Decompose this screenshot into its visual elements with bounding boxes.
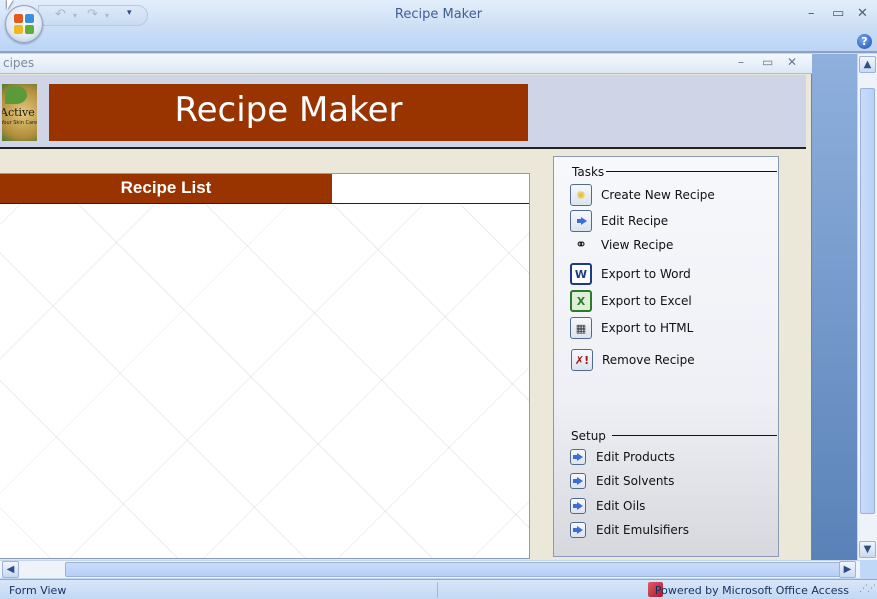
edit-emulsifiers-button[interactable]: Edit Emulsifiers [570, 519, 689, 541]
ribbon: ? [0, 31, 877, 53]
logo-subtext: Your Skin Care [2, 120, 37, 126]
divider [612, 435, 777, 436]
form-header: Active Your Skin Care Recipe Maker [0, 75, 806, 149]
undo-button[interactable]: ↶ [55, 7, 66, 22]
leaf-icon [5, 86, 27, 104]
customize-qat-button[interactable]: ▾ [127, 8, 132, 18]
scroll-left-button[interactable]: ◀ [2, 561, 19, 578]
mouse-cursor [7, 0, 13, 10]
form-window: cipes – ▭ ✕ Active Your Skin Care Recipe… [0, 54, 812, 560]
arrow-right-icon [570, 449, 586, 465]
task-label: Export to Word [601, 267, 691, 281]
undo-dropdown-icon[interactable]: ▾ [73, 11, 77, 20]
company-logo: Active Your Skin Care [2, 84, 37, 141]
tasks-panel: Tasks ✺ Create New Recipe Edit Recipe ⚭ … [553, 156, 779, 557]
new-icon: ✺ [570, 184, 592, 206]
setup-label: Edit Emulsifiers [596, 523, 689, 537]
remove-recipe-button[interactable]: ✗! Remove Recipe [571, 349, 695, 371]
export-to-excel-button[interactable]: X Export to Excel [570, 290, 692, 312]
excel-icon: X [570, 290, 592, 312]
form-title: cipes [3, 56, 35, 70]
task-label: Export to HTML [601, 321, 694, 335]
task-label: View Recipe [601, 238, 674, 252]
export-to-html-button[interactable]: ▦ Export to HTML [570, 317, 693, 339]
word-icon: W [570, 263, 592, 285]
delete-icon: ✗! [571, 349, 593, 371]
vertical-scrollbar[interactable]: ▲ ▼ [857, 54, 877, 560]
task-label: Remove Recipe [602, 353, 695, 367]
minimize-button[interactable]: – [808, 6, 815, 21]
arrow-right-icon [570, 522, 586, 538]
horizontal-scroll-thumb[interactable] [65, 562, 841, 577]
status-bar: Form View Powered by Microsoft Office Ac… [0, 579, 877, 599]
arrow-right-icon [570, 498, 586, 514]
arrow-right-icon [570, 473, 586, 489]
form-titlebar: cipes – ▭ ✕ [0, 54, 812, 74]
divider [606, 171, 777, 172]
office-button[interactable] [5, 5, 43, 43]
powered-by-text: Powered by Microsoft Office Access [654, 584, 849, 597]
binoculars-icon: ⚭ [575, 237, 587, 253]
edit-products-button[interactable]: Edit Products [570, 446, 675, 468]
setup-label: Edit Oils [596, 499, 646, 513]
logo-text: Active [2, 106, 35, 119]
arrow-right-icon [570, 210, 592, 232]
divider [0, 203, 529, 204]
workspace-background [812, 54, 857, 560]
task-label: Edit Recipe [601, 214, 669, 228]
edit-oils-button[interactable]: Edit Oils [570, 495, 645, 517]
setup-label: Edit Solvents [596, 474, 675, 488]
create-new-recipe-button[interactable]: ✺ Create New Recipe [570, 184, 715, 206]
scroll-right-button[interactable]: ▶ [839, 561, 856, 578]
tasks-section-label: Tasks [572, 165, 605, 179]
close-button[interactable]: ✕ [857, 6, 868, 21]
help-icon[interactable]: ? [857, 34, 872, 49]
resize-grip-icon[interactable]: ⋰⋰ [859, 584, 876, 594]
horizontal-scrollbar[interactable]: ◀ ▶ [0, 560, 860, 578]
form-maximize-button[interactable]: ▭ [762, 55, 773, 69]
form-minimize-button[interactable]: – [738, 55, 744, 69]
recipe-list-header: Recipe List [0, 174, 332, 203]
banner-title: Recipe Maker [49, 84, 528, 141]
view-recipe-button[interactable]: ⚭ View Recipe [570, 234, 673, 256]
edit-recipe-button[interactable]: Edit Recipe [570, 210, 668, 232]
edit-solvents-button[interactable]: Edit Solvents [570, 470, 674, 492]
app-titlebar: Recipe Maker ↶ ▾ ↷ ▾ ▾ – ▭ ✕ [0, 0, 877, 31]
recipe-list-panel[interactable]: Recipe List [0, 173, 530, 559]
scroll-up-button[interactable]: ▲ [859, 56, 876, 73]
task-label: Export to Excel [601, 294, 692, 308]
maximize-button[interactable]: ▭ [832, 6, 844, 21]
office-logo-icon [14, 14, 34, 34]
vertical-scroll-thumb[interactable] [860, 88, 875, 514]
html-icon: ▦ [570, 317, 592, 339]
setup-section-label: Setup [571, 429, 606, 443]
setup-label: Edit Products [596, 450, 675, 464]
scroll-down-button[interactable]: ▼ [859, 541, 876, 558]
list-background-pattern [0, 205, 529, 558]
view-status: Form View [9, 584, 67, 597]
divider [437, 582, 438, 598]
redo-button[interactable]: ↷ [87, 7, 98, 22]
form-close-button[interactable]: ✕ [787, 55, 797, 69]
task-label: Create New Recipe [601, 188, 715, 202]
export-to-word-button[interactable]: W Export to Word [570, 263, 691, 285]
redo-dropdown-icon[interactable]: ▾ [105, 11, 109, 20]
